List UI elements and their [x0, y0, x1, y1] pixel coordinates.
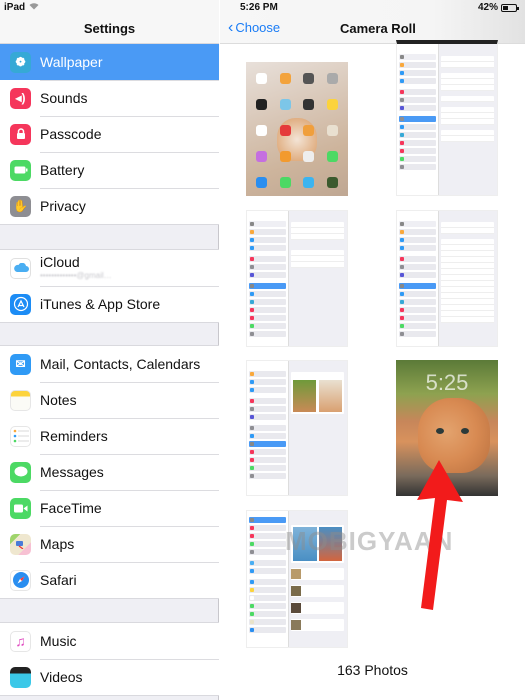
settings-item-music[interactable]: ♫ Music	[0, 623, 219, 659]
chevron-left-icon: ‹	[228, 19, 234, 36]
settings-item-label: Battery	[40, 162, 85, 178]
settings-item-maps[interactable]: Maps	[0, 526, 219, 562]
app-store-icon	[10, 293, 31, 315]
icloud-account-email: •••••••••••••@gmail…	[40, 271, 112, 280]
maps-icon	[10, 533, 31, 555]
settings-group-media: ♫ Music Videos	[0, 622, 219, 696]
photo-thumbnail-storage-apps[interactable]	[396, 210, 498, 347]
settings-item-label: Wallpaper	[40, 54, 103, 70]
back-label: Choose	[235, 20, 281, 35]
camera-roll-panel: ‹ Choose Camera Roll 5:25 163 Photos	[220, 0, 525, 700]
icloud-icon	[10, 257, 31, 279]
settings-item-privacy[interactable]: ✋ Privacy	[0, 188, 219, 224]
settings-item-label: iCloud	[40, 254, 80, 270]
settings-item-label: Maps	[40, 536, 75, 552]
choose-back-button[interactable]: ‹ Choose	[228, 19, 281, 36]
photo-thumbnail-settings-wallpaper[interactable]	[246, 360, 348, 496]
settings-item-label: Safari	[40, 572, 77, 588]
status-time: 5:26 PM	[240, 2, 278, 13]
settings-item-reminders[interactable]: Reminders	[0, 418, 219, 454]
settings-group-apps: ✉ Mail, Contacts, Calendars Notes Remind…	[0, 345, 219, 599]
settings-item-battery[interactable]: Battery	[0, 152, 219, 188]
app-icon-grid	[254, 72, 340, 191]
settings-item-label: Videos	[40, 669, 83, 685]
settings-item-mail[interactable]: ✉ Mail, Contacts, Calendars	[0, 346, 219, 382]
settings-item-label: Privacy	[40, 198, 86, 214]
settings-item-messages[interactable]: Messages	[0, 454, 219, 490]
battery-indicator-icon	[501, 3, 519, 12]
camera-roll-title: Camera Roll	[340, 21, 416, 36]
status-bar: iPad 5:26 PM 42%	[0, 0, 525, 16]
settings-item-label: Passcode	[40, 126, 102, 142]
settings-item-icloud[interactable]: iCloud •••••••••••••@gmail…	[0, 250, 219, 286]
settings-title: Settings	[83, 21, 136, 36]
device-name: iPad	[4, 2, 26, 13]
wallpaper-icon: ❁	[10, 51, 31, 73]
photo-thumbnail-settings-storage[interactable]	[246, 210, 348, 347]
videos-icon	[10, 666, 31, 688]
settings-item-notes[interactable]: Notes	[0, 382, 219, 418]
settings-item-passcode[interactable]: Passcode	[0, 116, 219, 152]
mail-icon: ✉	[10, 353, 31, 375]
safari-icon	[10, 569, 31, 591]
settings-item-label: Messages	[40, 464, 104, 480]
settings-item-itunes-app-store[interactable]: iTunes & App Store	[0, 286, 219, 322]
reminders-icon	[10, 425, 31, 447]
settings-item-label: FaceTime	[40, 500, 102, 516]
photo-thumbnail-settings-general[interactable]	[396, 40, 498, 196]
red-arrow-annotation	[417, 460, 463, 610]
photo-count: 163 Photos	[337, 662, 408, 678]
music-icon: ♫	[10, 630, 31, 652]
settings-group-display: ❁ Wallpaper ◂) Sounds Passcode Battery ✋…	[0, 43, 219, 225]
settings-item-videos[interactable]: Videos	[0, 659, 219, 695]
settings-item-label: iTunes & App Store	[40, 296, 161, 312]
settings-group-accounts: iCloud •••••••••••••@gmail… iTunes & App…	[0, 249, 219, 323]
settings-item-label: Music	[40, 633, 77, 649]
settings-item-label: Mail, Contacts, Calendars	[40, 356, 201, 372]
lock-icon	[10, 123, 31, 145]
settings-panel: Settings ❁ Wallpaper ◂) Sounds Passcode …	[0, 0, 219, 700]
photo-thumbnail-home-screen[interactable]	[246, 62, 348, 196]
settings-item-safari[interactable]: Safari	[0, 562, 219, 598]
notes-icon	[10, 389, 31, 411]
lock-screen-time: 5:25	[425, 370, 469, 395]
battery-icon	[10, 159, 31, 181]
settings-item-sounds[interactable]: ◂) Sounds	[0, 80, 219, 116]
messages-icon	[10, 461, 31, 483]
speaker-icon: ◂)	[10, 87, 31, 109]
settings-item-label: Reminders	[40, 428, 108, 444]
wifi-icon	[29, 2, 39, 13]
battery-percent: 42%	[477, 2, 498, 13]
settings-item-label: Sounds	[40, 90, 88, 106]
settings-item-label: Notes	[40, 392, 77, 408]
hand-icon: ✋	[10, 195, 31, 217]
settings-item-facetime[interactable]: FaceTime	[0, 490, 219, 526]
settings-item-wallpaper[interactable]: ❁ Wallpaper	[0, 44, 219, 80]
facetime-icon	[10, 497, 31, 519]
